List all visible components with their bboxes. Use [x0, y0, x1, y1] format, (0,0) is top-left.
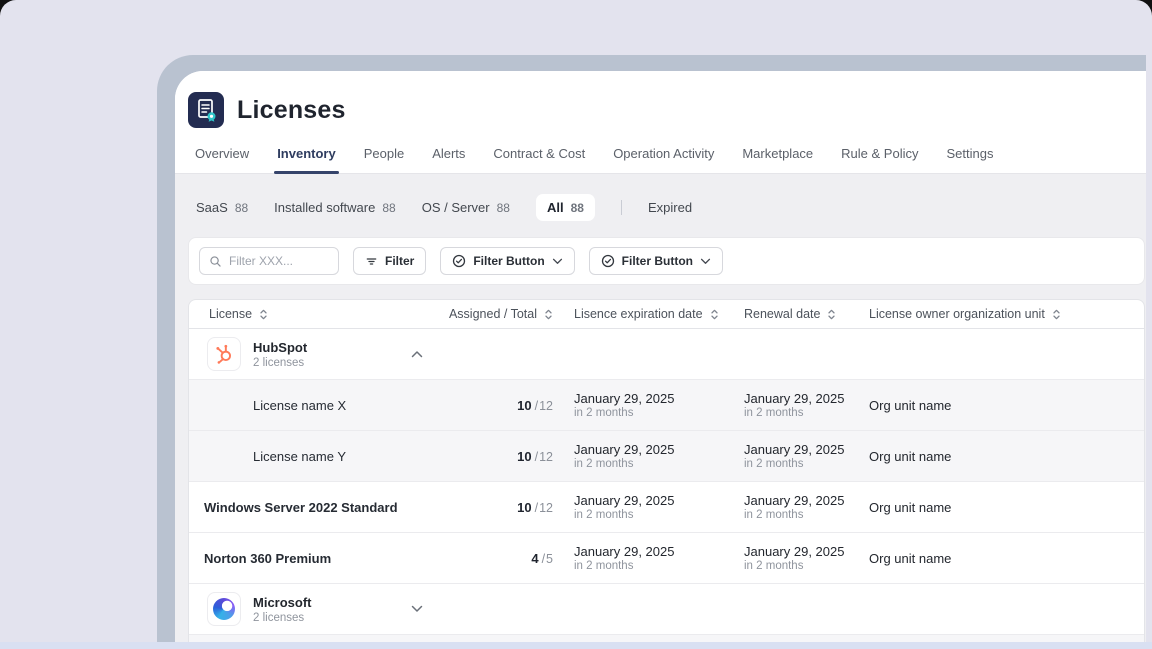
screen: Licenses OverviewInventoryPeopleAlertsCo…: [0, 0, 1152, 649]
subtab-divider: [621, 200, 622, 215]
sort-icon: [1052, 308, 1061, 321]
org-unit: Org unit name: [859, 449, 1144, 464]
license-name: License name X: [189, 398, 414, 413]
subtab-installed-software[interactable]: Installed software88: [274, 200, 396, 215]
renewal-date: January 29, 2025in 2 months: [734, 391, 859, 419]
group-row-microsoft[interactable]: Microsoft 2 licenses: [189, 584, 1144, 635]
column-header[interactable]: License owner organization unit: [859, 307, 1144, 321]
subtab-all[interactable]: All88: [536, 194, 595, 221]
group-license-count: 2 licenses: [253, 612, 312, 624]
sort-icon: [710, 308, 719, 321]
tab-people[interactable]: People: [350, 140, 418, 173]
sort-icon: [544, 308, 553, 321]
filter-dropdown-2[interactable]: Filter Button: [589, 247, 723, 275]
title-row: Licenses: [175, 71, 1146, 140]
license-name: License name Y: [189, 449, 414, 464]
search-icon: [209, 255, 222, 268]
hubspot-logo: [207, 337, 241, 371]
license-name: Windows Server 2022 Standard: [189, 500, 414, 515]
org-unit: Org unit name: [859, 398, 1144, 413]
tab-rule-policy[interactable]: Rule & Policy: [827, 140, 932, 173]
expiration-date: January 29, 2025in 2 months: [559, 442, 734, 470]
tab-overview[interactable]: Overview: [181, 140, 263, 173]
expiration-date: January 29, 2025in 2 months: [559, 391, 734, 419]
table-header: LicenseAssigned / TotalLisence expiratio…: [189, 300, 1144, 329]
filter-button[interactable]: Filter: [353, 247, 426, 275]
column-header[interactable]: Assigned / Total: [414, 307, 559, 321]
renewal-date: January 29, 2025in 2 months: [734, 493, 859, 521]
license-table: LicenseAssigned / TotalLisence expiratio…: [188, 299, 1145, 649]
sort-icon: [827, 308, 836, 321]
window-frame: Licenses OverviewInventoryPeopleAlertsCo…: [157, 55, 1146, 649]
license-name: Norton 360 Premium: [189, 551, 414, 566]
org-unit: Org unit name: [859, 500, 1144, 515]
licenses-card: Licenses OverviewInventoryPeopleAlertsCo…: [175, 71, 1146, 649]
assigned-total: 4/5: [414, 551, 559, 566]
column-header[interactable]: License: [189, 307, 414, 321]
column-header[interactable]: Renewal date: [734, 307, 859, 321]
subtab-expired[interactable]: Expired: [648, 200, 692, 215]
chevron-down-icon[interactable]: [411, 605, 423, 613]
group-row-hubspot[interactable]: HubSpot 2 licenses: [189, 329, 1144, 380]
chevron-up-icon[interactable]: [411, 350, 423, 358]
search-input[interactable]: Filter XXX...: [199, 247, 339, 275]
bottom-accent-strip: [0, 642, 1152, 649]
chevron-down-icon: [552, 258, 563, 265]
org-unit: Org unit name: [859, 551, 1144, 566]
group-name: HubSpot: [253, 340, 307, 355]
check-circle-icon: [601, 254, 615, 268]
tab-marketplace[interactable]: Marketplace: [728, 140, 827, 173]
content-area: SaaS88 Installed software88 OS / Server88 A…: [175, 174, 1146, 649]
group-license-count: 2 licenses: [253, 357, 307, 369]
filter-lines-icon: [365, 255, 378, 268]
microsoft-logo: [207, 592, 241, 626]
tab-settings[interactable]: Settings: [932, 140, 1007, 173]
subtab-bar: SaaS88 Installed software88 OS / Server88 A…: [175, 174, 1146, 237]
check-circle-icon: [452, 254, 466, 268]
expiration-date: January 29, 2025in 2 months: [559, 493, 734, 521]
expiration-date: January 29, 2025in 2 months: [559, 544, 734, 572]
license-row[interactable]: Windows Server 2022 Standard10/12January…: [189, 482, 1144, 533]
renewal-date: January 29, 2025in 2 months: [734, 442, 859, 470]
tab-bar: OverviewInventoryPeopleAlertsContract & …: [175, 140, 1146, 174]
microsoft-logo-mark: [213, 598, 235, 620]
license-row[interactable]: License name Y10/12January 29, 2025in 2 …: [189, 431, 1144, 482]
license-row[interactable]: License name X10/12January 29, 2025in 2 …: [189, 380, 1144, 431]
tab-operation-activity[interactable]: Operation Activity: [599, 140, 728, 173]
subtab-os-server[interactable]: OS / Server88: [422, 200, 510, 215]
page-title: Licenses: [237, 96, 346, 125]
license-row[interactable]: Norton 360 Premium4/5January 29, 2025in …: [189, 533, 1144, 584]
assigned-total: 10/12: [414, 398, 559, 413]
tab-inventory[interactable]: Inventory: [263, 140, 350, 173]
search-placeholder: Filter XXX...: [229, 254, 293, 268]
filter-panel: Filter XXX... Filter Filter Button Filte…: [188, 237, 1145, 285]
filter-dropdown-1[interactable]: Filter Button: [440, 247, 574, 275]
card-header: Licenses OverviewInventoryPeopleAlertsCo…: [175, 71, 1146, 174]
group-name: Microsoft: [253, 595, 312, 610]
column-header[interactable]: Lisence expiration date: [559, 307, 734, 321]
tab-alerts[interactable]: Alerts: [418, 140, 479, 173]
sort-icon: [259, 308, 268, 321]
renewal-date: January 29, 2025in 2 months: [734, 544, 859, 572]
assigned-total: 10/12: [414, 449, 559, 464]
table-body: HubSpot2 licensesLicense name X10/12Janu…: [189, 329, 1144, 649]
tab-contract-cost[interactable]: Contract & Cost: [479, 140, 599, 173]
subtab-saas[interactable]: SaaS88: [196, 200, 248, 215]
licenses-app-icon: [188, 92, 224, 128]
assigned-total: 10/12: [414, 500, 559, 515]
chevron-down-icon: [700, 258, 711, 265]
